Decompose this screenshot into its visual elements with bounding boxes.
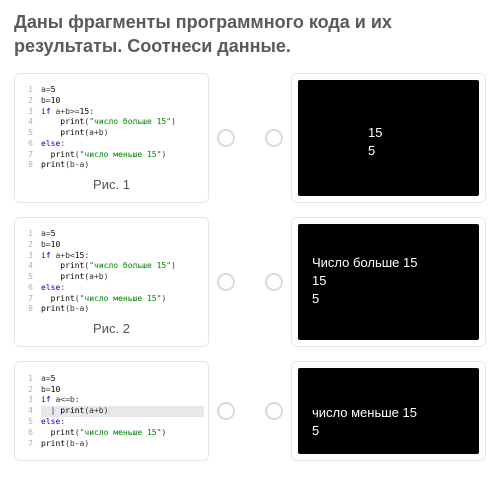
right-connector-2[interactable] — [265, 273, 283, 291]
left-connector-2[interactable] — [217, 273, 235, 291]
console-output-3: число меньше 15 5 — [298, 368, 479, 454]
output-line: число меньше 15 — [312, 404, 465, 422]
output-card-2[interactable]: Число больше 15 15 5 — [291, 217, 486, 347]
output-line: Число больше 15 — [312, 254, 465, 272]
code-block-2: 1a=5 2b=10 3if a+b<15: 4 print("число бо… — [19, 229, 204, 315]
output-line: 15 — [312, 272, 465, 290]
code-caption-1: Рис. 1 — [93, 177, 130, 192]
console-output-2: Число больше 15 15 5 — [298, 224, 479, 340]
console-output-1: 15 5 — [298, 80, 479, 196]
match-row-3: 1a=5 2b=10 3if a<=b: 4 | print(a+b) 5els… — [14, 361, 486, 461]
right-connector-1[interactable] — [265, 129, 283, 147]
left-connector-1[interactable] — [217, 129, 235, 147]
output-line: 5 — [312, 290, 465, 308]
code-card-3[interactable]: 1a=5 2b=10 3if a<=b: 4 | print(a+b) 5els… — [14, 361, 209, 461]
code-card-1[interactable]: 1a=5 2b=10 3if a+b>=15: 4 print("число б… — [14, 73, 209, 203]
code-block-3: 1a=5 2b=10 3if a<=b: 4 | print(a+b) 5els… — [19, 374, 204, 450]
code-card-2[interactable]: 1a=5 2b=10 3if a+b<15: 4 print("число бо… — [14, 217, 209, 347]
right-connector-3[interactable] — [265, 402, 283, 420]
code-block-1: 1a=5 2b=10 3if a+b>=15: 4 print("число б… — [19, 85, 204, 171]
output-line: 15 — [368, 124, 465, 142]
output-line: 5 — [368, 142, 465, 160]
code-caption-2: Рис. 2 — [93, 321, 130, 336]
match-row-1: 1a=5 2b=10 3if a+b>=15: 4 print("число б… — [14, 73, 486, 203]
output-card-1[interactable]: 15 5 — [291, 73, 486, 203]
match-row-2: 1a=5 2b=10 3if a+b<15: 4 print("число бо… — [14, 217, 486, 347]
left-connector-3[interactable] — [217, 402, 235, 420]
output-line: 5 — [312, 422, 465, 440]
question-prompt: Даны фрагменты программного кода и их ре… — [14, 10, 486, 59]
output-card-3[interactable]: число меньше 15 5 — [291, 361, 486, 461]
